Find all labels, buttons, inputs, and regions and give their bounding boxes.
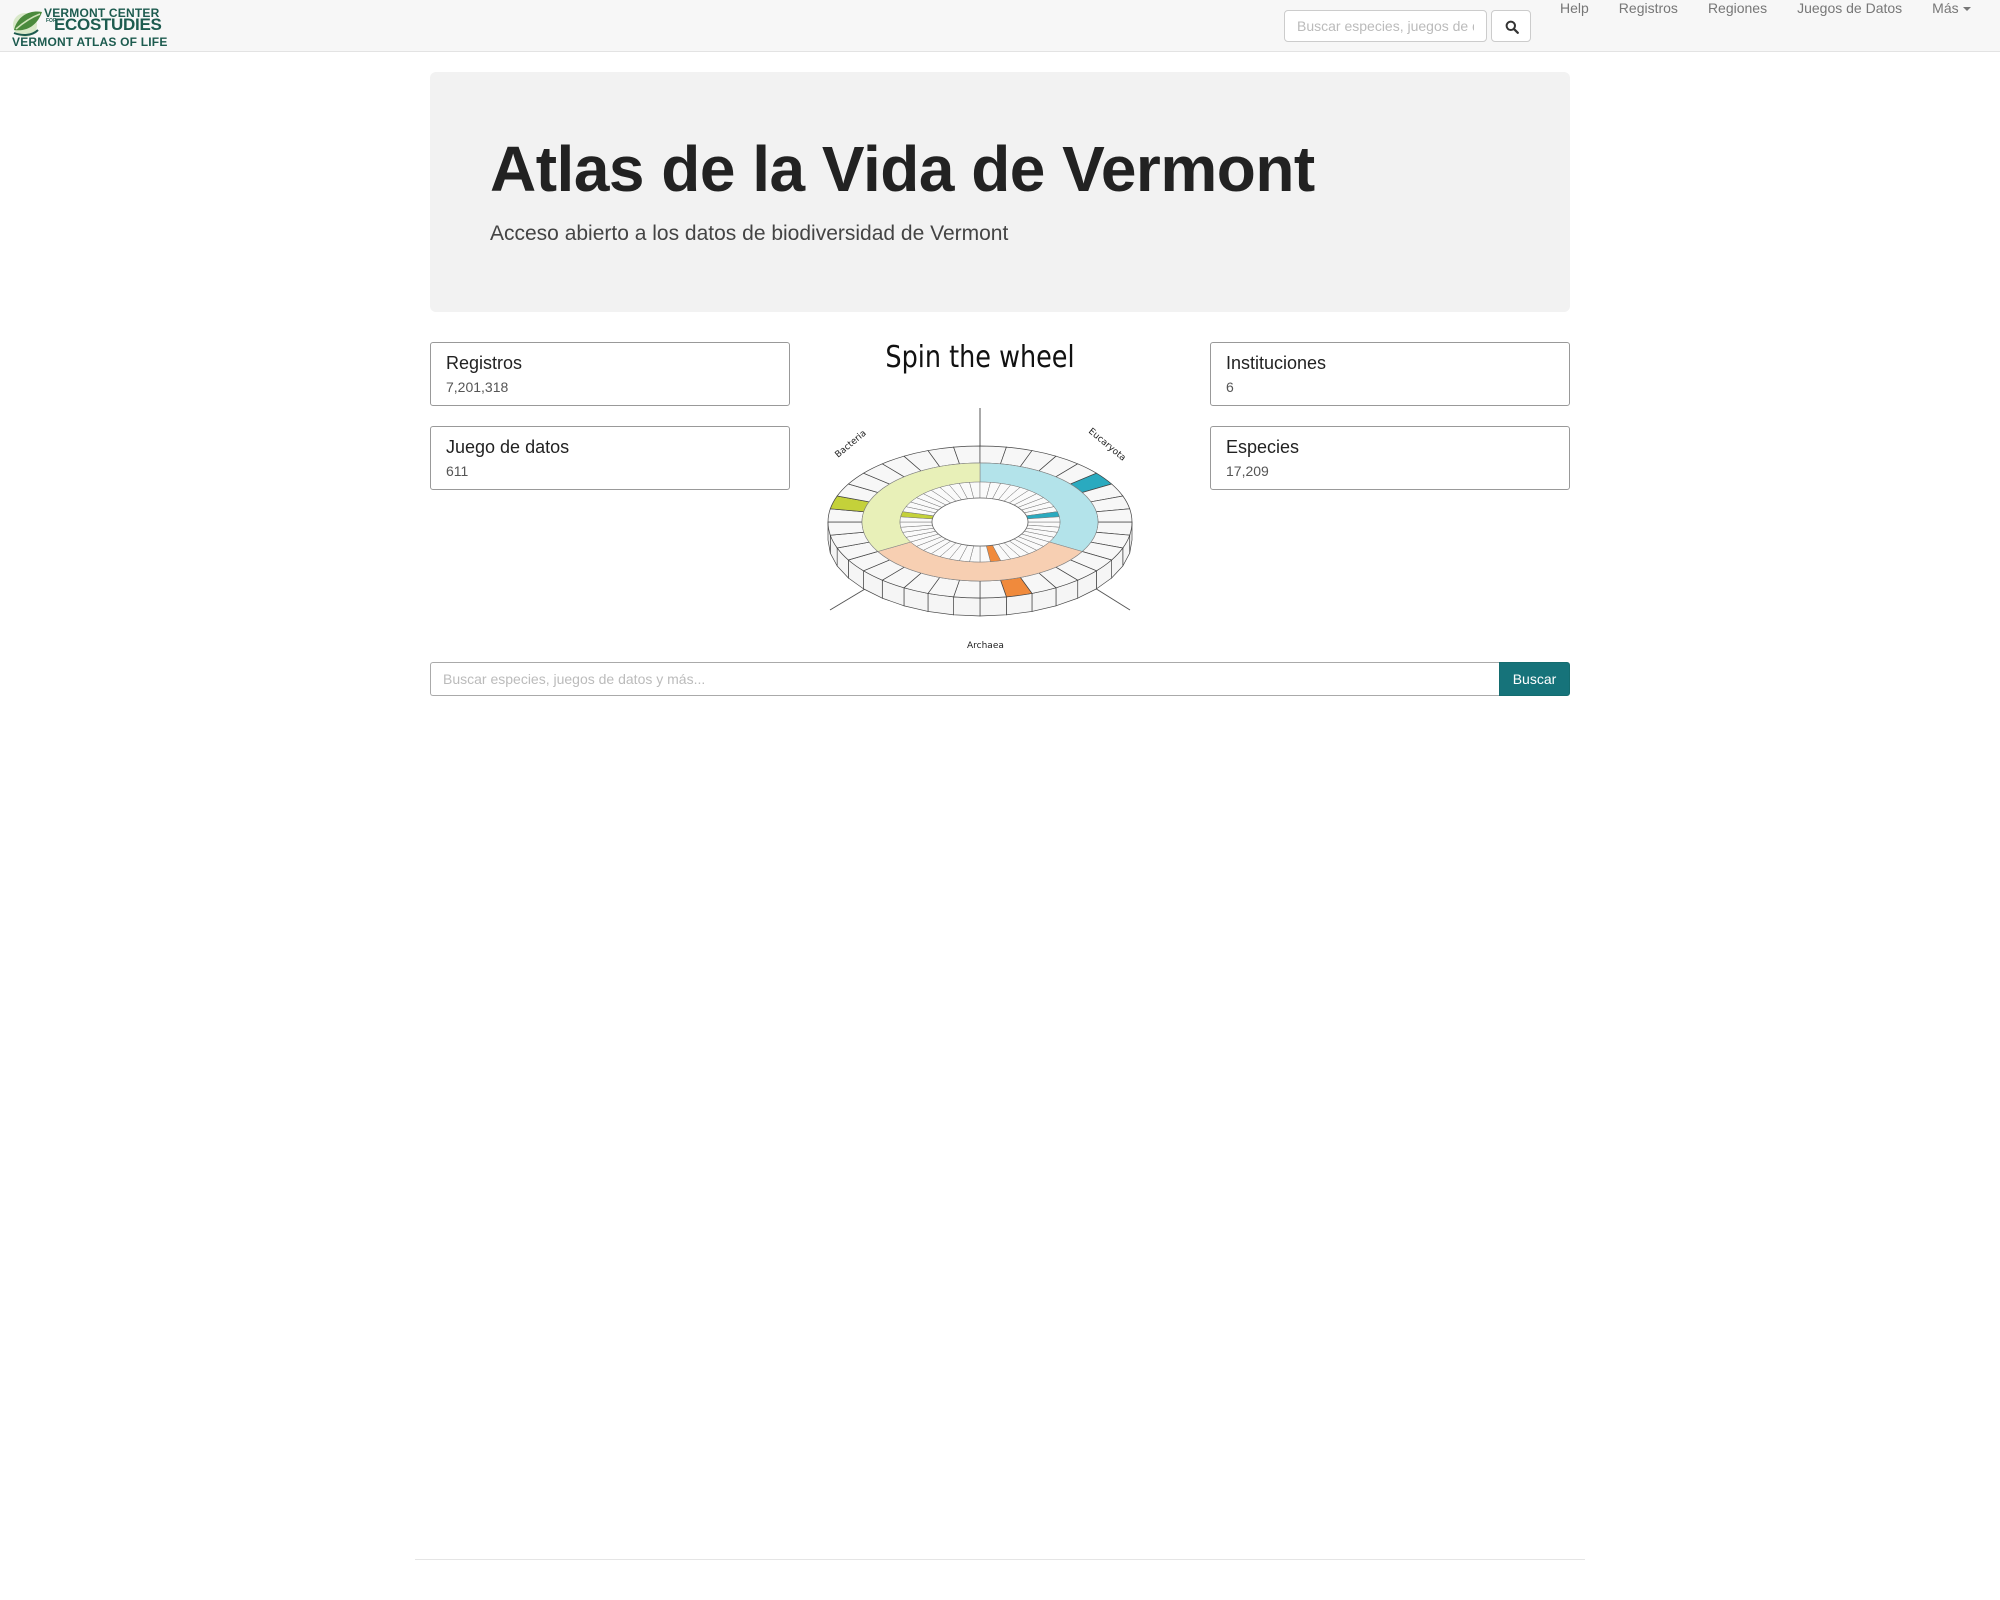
nav-dropdown-mas-label: Más [1932, 0, 1959, 16]
wheel-label-archaea: Archaea [967, 641, 1004, 651]
wheel-label-eucaryota: Eucaryota [1086, 427, 1127, 464]
brand-line-3: VERMONT ATLAS OF LIFE [12, 35, 168, 49]
hero-jumbotron: Atlas de la Vida de Vermont Acceso abier… [430, 72, 1570, 312]
stat-card-registros[interactable]: Registros 7,201,318 [430, 342, 790, 406]
stat-value: 7,201,318 [446, 379, 509, 395]
nav-dropdown-mas[interactable]: Más [1917, 0, 1985, 52]
navbar-links: Help Registros Regiones Juegos de Datos … [1545, 0, 1986, 52]
wheel-label-bacteria: Bacteria [834, 429, 869, 461]
page-subtitle: Acceso abierto a los datos de biodiversi… [490, 222, 1009, 245]
stat-label: Juego de datos [446, 437, 570, 457]
stat-card-especies[interactable]: Especies 17,209 [1210, 426, 1570, 490]
search-icon [1505, 20, 1519, 34]
brand-logo[interactable]: VERMONT CENTER FOR ECOSTUDIES VERMONT AT… [10, 4, 168, 49]
top-navbar: VERMONT CENTER FOR ECOSTUDIES VERMONT AT… [0, 0, 2000, 52]
navbar-search-input[interactable] [1284, 10, 1487, 42]
nav-link-registros[interactable]: Registros [1604, 0, 1693, 52]
caret-down-icon [1962, 7, 1971, 12]
spin-the-wheel[interactable]: Spin the wheel Bacteria Eucaryota Archaea [820, 340, 1140, 656]
footer-divider [415, 1559, 1585, 1560]
main-search-button[interactable]: Buscar [1499, 662, 1570, 696]
stat-card-instituciones[interactable]: Instituciones 6 [1210, 342, 1570, 406]
stat-label: Instituciones [1226, 353, 1327, 373]
stat-value: 6 [1226, 379, 1234, 395]
navbar-search-button[interactable] [1491, 10, 1531, 42]
wheel-rings: Bacteria Eucaryota Archaea [827, 408, 1133, 651]
tree-of-life-wheel-graphic: Bacteria Eucaryota Archaea [827, 408, 1133, 651]
nav-link-juegos-de-datos[interactable]: Juegos de Datos [1782, 0, 1917, 52]
stat-label: Registros [446, 353, 523, 373]
stat-label: Especies [1226, 437, 1300, 457]
main-search-input[interactable] [430, 662, 1500, 696]
page-title: Atlas de la Vida de Vermont [490, 133, 1315, 205]
nav-link-regiones[interactable]: Regiones [1693, 0, 1782, 52]
stat-card-juego-de-datos[interactable]: Juego de datos 611 [430, 426, 790, 490]
nav-link-help[interactable]: Help [1545, 0, 1604, 52]
brand-line-2: ECOSTUDIES [54, 15, 162, 34]
stat-value: 611 [446, 463, 469, 479]
stat-value: 17,209 [1226, 463, 1269, 479]
